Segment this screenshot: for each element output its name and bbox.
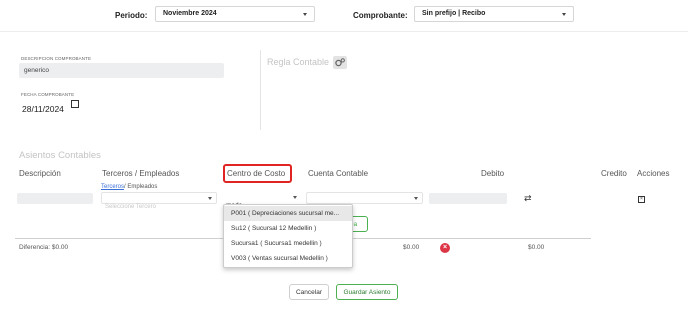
cuenta-select[interactable] bbox=[306, 192, 423, 204]
save-asiento-button[interactable]: Guardar Asiento bbox=[336, 284, 398, 300]
fecha-label: FECHA COMPROBANTE bbox=[21, 92, 75, 97]
centro-option[interactable]: V003 ( Ventas sucursal Medellin ) bbox=[224, 251, 352, 266]
fecha-input[interactable]: 28/11/2024 bbox=[22, 99, 87, 114]
fecha-value: 28/11/2024 bbox=[22, 104, 64, 114]
vertical-divider bbox=[260, 50, 261, 130]
centro-select[interactable]: mede bbox=[223, 192, 300, 209]
calendar-icon[interactable] bbox=[71, 100, 79, 108]
period-select-value: Noviembre 2024 bbox=[163, 10, 217, 17]
comprobante-select-value: Sin prefijo | Recibo bbox=[422, 10, 486, 17]
centro-option[interactable]: Su12 ( Sucursal 12 Medellin ) bbox=[224, 221, 352, 236]
centro-dropdown: P001 ( Depreciaciones sucursal me... Su1… bbox=[223, 204, 353, 268]
comprobante-select[interactable]: Sin prefijo | Recibo bbox=[414, 6, 574, 22]
descripcion-input[interactable]: generico bbox=[19, 63, 224, 78]
header-divider bbox=[0, 31, 688, 32]
total-credito: $0.00 bbox=[528, 244, 545, 251]
chevron-down-icon bbox=[293, 196, 297, 199]
terceros-placeholder: Seleccione Tercero bbox=[105, 204, 156, 210]
chevron-down-icon bbox=[414, 197, 418, 200]
centro-option[interactable]: P001 ( Depreciaciones sucursal me... bbox=[224, 206, 352, 221]
total-debito: $0.00 bbox=[403, 244, 420, 251]
col-centro: Centro de Costo bbox=[227, 169, 286, 178]
col-cuenta: Cuenta Contable bbox=[308, 169, 369, 178]
period-label: Periodo: bbox=[115, 11, 148, 20]
descripcion-row-input[interactable] bbox=[17, 193, 93, 204]
descripcion-label: DESCRIPCION COMPROBANTE bbox=[21, 56, 92, 61]
col-descripcion: Descripción bbox=[19, 169, 61, 178]
col-credito: Credito bbox=[601, 169, 627, 178]
centro-option[interactable]: Sucursa1 ( Sucursa1 medellin ) bbox=[224, 236, 352, 251]
diferencia-label: Diferencia: $0.00 bbox=[19, 244, 69, 251]
asientos-title: Asientos Contables bbox=[19, 150, 101, 161]
cancel-button[interactable]: Cancelar bbox=[289, 284, 329, 300]
col-debito: Debito bbox=[481, 169, 505, 178]
comprobante-label: Comprobante: bbox=[353, 11, 408, 20]
chevron-down-icon bbox=[303, 13, 307, 16]
regla-contable-label: Regla Contable bbox=[267, 57, 330, 67]
delete-icon[interactable]: × bbox=[440, 243, 450, 253]
terceros-suffix[interactable]: / Empleados bbox=[124, 184, 157, 190]
chevron-down-icon bbox=[208, 197, 212, 200]
debito-input[interactable] bbox=[429, 193, 507, 204]
swap-icon[interactable]: ⇄ bbox=[524, 193, 532, 204]
gears-icon bbox=[335, 58, 345, 67]
terceros-select[interactable]: Seleccione Tercero bbox=[101, 192, 217, 210]
col-acciones: Acciones bbox=[637, 169, 670, 178]
chevron-down-icon bbox=[562, 13, 566, 16]
remove-row-icon[interactable]: × bbox=[638, 196, 645, 203]
col-terceros: Terceros / Empleados bbox=[102, 169, 180, 178]
period-select[interactable]: Noviembre 2024 bbox=[155, 6, 315, 22]
terceros-link[interactable]: Terceros bbox=[101, 184, 124, 190]
regla-settings-button[interactable] bbox=[333, 56, 347, 69]
terceros-toggle: Terceros/ Empleados bbox=[101, 184, 157, 190]
